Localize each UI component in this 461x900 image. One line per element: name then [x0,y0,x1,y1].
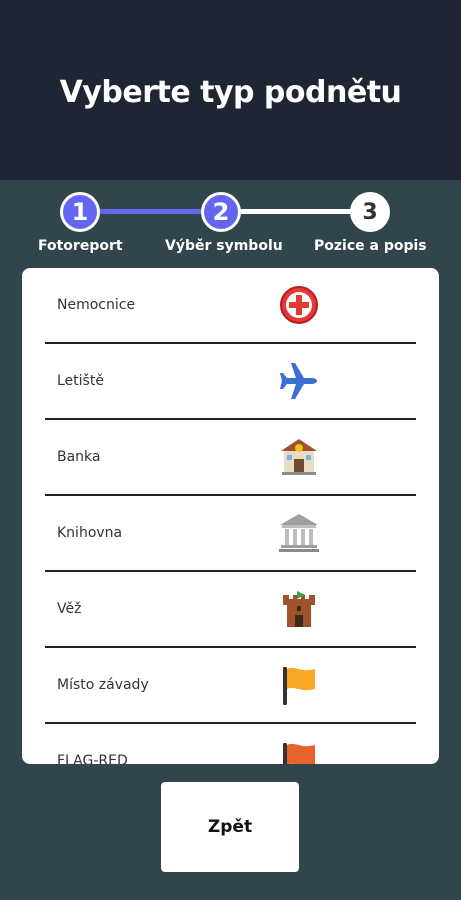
step-2-circle[interactable]: 2 [201,192,241,232]
back-button[interactable]: Zpět [161,782,299,872]
stepper-pending-line [240,209,352,214]
symbol-item-banka[interactable]: Banka [45,420,416,496]
symbol-label: Banka [57,449,101,465]
symbol-label: Nemocnice [57,297,136,313]
symbol-item-nemocnice[interactable]: Nemocnice [45,268,416,344]
symbol-item-knihovna[interactable]: Knihovna [45,496,416,572]
step-1-label: Fotoreport [38,238,123,254]
step-3-label: Pozice a popis [314,238,427,254]
symbol-label: FLAG-RED [57,753,128,764]
library-icon [277,511,321,555]
header: Vyberte typ podnětu [0,0,461,180]
yellow-flag-icon [277,663,321,707]
symbol-item-flag-red[interactable]: FLAG-RED [45,724,416,764]
bank-icon [277,435,321,479]
step-2-label: Výběr symbolu [165,238,283,254]
symbol-label: Letiště [57,373,104,389]
stepper: 1 2 3 Fotoreport Výběr symbolu Pozice a … [0,190,461,260]
symbol-label: Knihovna [57,525,123,541]
step-3-circle[interactable]: 3 [350,192,390,232]
symbol-label: Věž [57,601,82,617]
page-title: Vyberte typ podnětu [59,74,402,110]
stepper-progress-line [100,209,204,214]
symbol-item-letiste[interactable]: Letiště [45,344,416,420]
airplane-icon [277,359,321,403]
hospital-icon [277,283,321,327]
symbol-label: Místo závady [57,677,149,693]
red-flag-icon [277,739,321,764]
symbol-item-vez[interactable]: Věž [45,572,416,648]
symbol-list: Nemocnice Letiště Banka Knihovna Věž Mís… [22,268,439,764]
tower-icon [277,587,321,631]
step-1-circle[interactable]: 1 [60,192,100,232]
symbol-item-misto-zavady[interactable]: Místo závady [45,648,416,724]
